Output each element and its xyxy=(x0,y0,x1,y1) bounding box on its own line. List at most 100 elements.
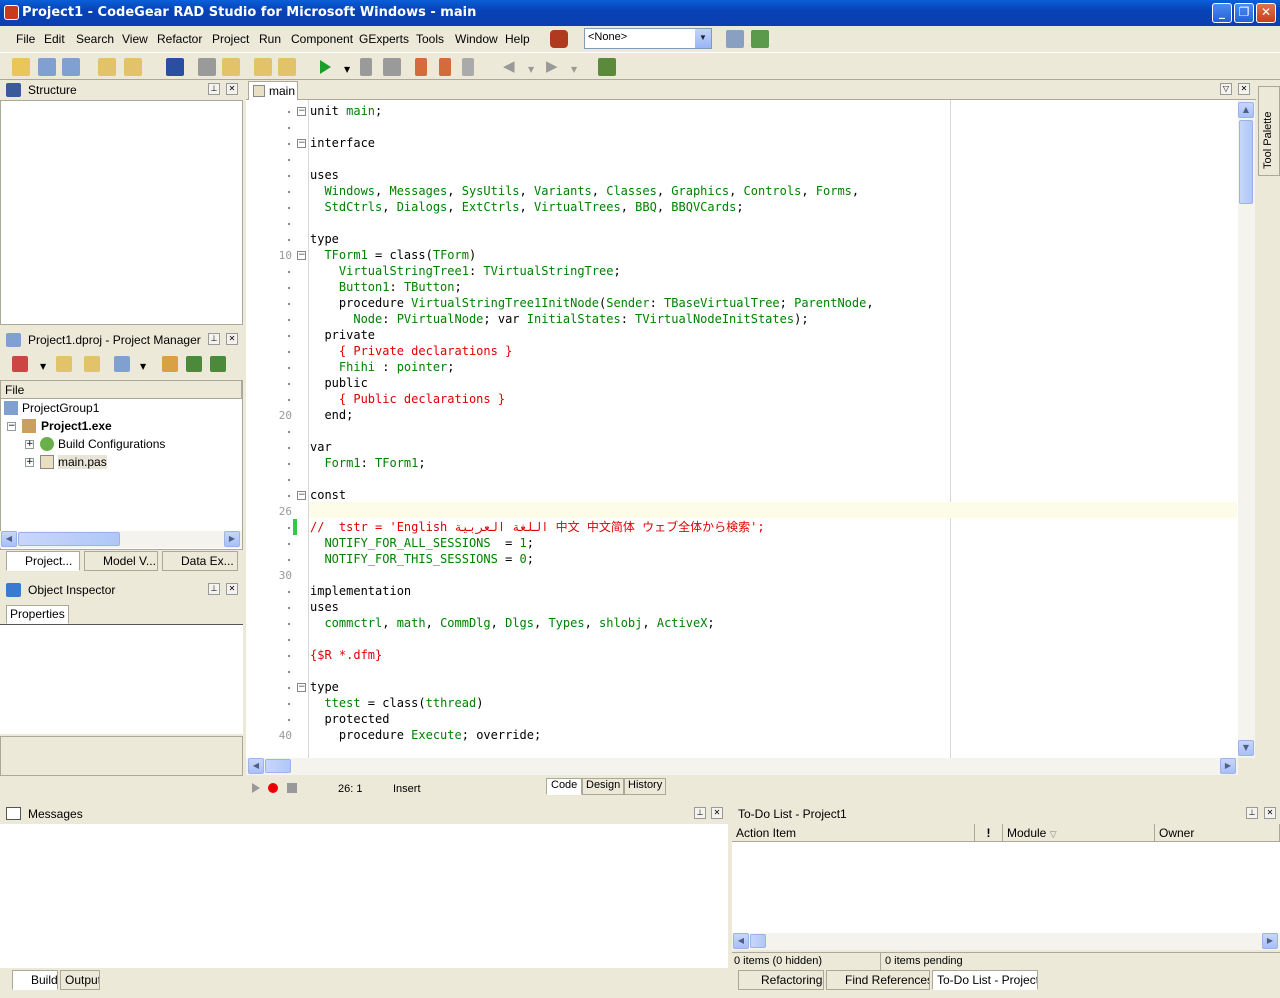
tab-main[interactable]: main xyxy=(248,81,298,101)
scroll-down-arrow[interactable]: ▼ xyxy=(1238,740,1254,756)
collapse-icon[interactable] xyxy=(210,356,226,372)
collapse-toggle[interactable]: − xyxy=(7,422,16,431)
menu-project[interactable]: Project xyxy=(212,32,249,46)
scroll-thumb[interactable] xyxy=(1239,120,1253,204)
code-line[interactable]: commctrl, math, CommDlg, Dlgs, Types, sh… xyxy=(310,615,714,631)
code-line[interactable]: TForm1 = class(TForm) xyxy=(310,247,476,263)
back-icon[interactable]: ◀ xyxy=(503,57,515,75)
minimize-button[interactable]: _ xyxy=(1212,3,1232,23)
column-header-priority[interactable]: ! xyxy=(975,824,1003,842)
todo-list[interactable]: Action Item ! Module ▽ Owner ◀ ▶ xyxy=(732,824,1280,950)
save-icon[interactable] xyxy=(166,58,184,76)
tab-design[interactable]: Design xyxy=(582,778,625,795)
code-line[interactable]: VirtualStringTree1: TVirtualStringTree; xyxy=(310,263,621,279)
menu-search[interactable]: Search xyxy=(76,32,114,46)
open-project-icon[interactable] xyxy=(124,58,142,76)
app-icon[interactable] xyxy=(4,5,19,20)
scroll-right-arrow[interactable]: ▶ xyxy=(1220,758,1236,774)
tree-item-build-configurations[interactable]: Build Configurations xyxy=(58,437,165,451)
open-file-icon[interactable] xyxy=(222,58,240,76)
pin-icon[interactable]: ⊥ xyxy=(208,583,220,595)
tab-properties[interactable]: Properties xyxy=(6,605,69,624)
close-icon[interactable]: ✕ xyxy=(1238,83,1250,95)
tree-item-main-pas[interactable]: main.pas xyxy=(58,455,107,469)
column-header-file[interactable]: File xyxy=(1,381,242,399)
run-to-cursor-icon[interactable] xyxy=(462,58,474,76)
close-icon[interactable]: ✕ xyxy=(1264,807,1276,819)
pin-icon[interactable]: ⊥ xyxy=(208,333,220,345)
play-macro-icon[interactable] xyxy=(252,783,260,793)
menu-edit[interactable]: Edit xyxy=(44,32,65,46)
code-line[interactable]: NOTIFY_FOR_THIS_SESSIONS = 0; xyxy=(310,551,534,567)
code-line[interactable]: type xyxy=(310,679,339,695)
code-line[interactable]: StdCtrls, Dialogs, ExtCtrls, VirtualTree… xyxy=(310,199,743,215)
menu-refactor[interactable]: Refactor xyxy=(157,32,202,46)
save-all-icon[interactable] xyxy=(198,58,216,76)
tab-refactorings[interactable]: Refactorings xyxy=(738,970,824,990)
code-line[interactable]: Button1: TButton; xyxy=(310,279,462,295)
open-project-icon[interactable] xyxy=(84,356,100,372)
new-project-icon[interactable] xyxy=(56,356,72,372)
menu-file[interactable]: File xyxy=(16,32,35,46)
fold-toggle[interactable]: − xyxy=(297,683,306,692)
messages-list[interactable] xyxy=(0,824,728,968)
code-line[interactable]: Windows, Messages, SysUtils, Variants, C… xyxy=(310,183,859,199)
code-line[interactable]: NOTIFY_FOR_ALL_SESSIONS = 1; xyxy=(310,535,534,551)
tab-find-references[interactable]: Find References xyxy=(826,970,930,990)
code-line[interactable]: interface xyxy=(310,135,375,151)
help-book-icon[interactable] xyxy=(598,58,616,76)
close-icon[interactable]: ✕ xyxy=(226,333,238,345)
activate-config-icon[interactable] xyxy=(726,30,744,48)
stop-macro-icon[interactable] xyxy=(287,783,297,793)
column-header-owner[interactable]: Owner xyxy=(1155,824,1280,842)
record-macro-icon[interactable] xyxy=(268,783,278,793)
pause-icon[interactable] xyxy=(360,58,372,76)
scroll-left-arrow[interactable]: ◀ xyxy=(733,933,749,949)
activate-icon[interactable] xyxy=(12,356,28,372)
stop-icon[interactable] xyxy=(383,58,401,76)
code-line[interactable]: protected xyxy=(310,711,389,727)
trace-into-icon[interactable] xyxy=(415,58,427,76)
expand-toggle[interactable]: + xyxy=(25,458,34,467)
scroll-left-arrow[interactable]: ◀ xyxy=(248,758,264,774)
code-line[interactable]: unit main; xyxy=(310,103,382,119)
horizontal-scrollbar[interactable]: ◀ ▶ xyxy=(0,531,242,548)
menu-view[interactable]: View xyxy=(122,32,148,46)
vertical-scrollbar[interactable]: ▲ ▼ xyxy=(1238,100,1255,758)
menu-help[interactable]: Help xyxy=(505,32,530,46)
configuration-combo[interactable]: <None> ▼ xyxy=(584,28,712,49)
new-icon[interactable] xyxy=(12,58,30,76)
tree-item-project-group[interactable]: ProjectGroup1 xyxy=(22,401,99,415)
code-line[interactable]: // tstr = 'English اللغة العربية 中文 中文简体… xyxy=(310,519,765,535)
tab-output[interactable]: Output xyxy=(60,970,100,990)
expand-toggle[interactable]: + xyxy=(25,440,34,449)
view-dropdown-icon[interactable]: ▼ xyxy=(140,362,146,371)
menu-run[interactable]: Run xyxy=(259,32,281,46)
forward-icon[interactable]: ▶ xyxy=(546,57,558,75)
code-line[interactable]: end; xyxy=(310,407,353,423)
forward-dropdown-icon[interactable]: ▼ xyxy=(571,65,577,74)
close-button[interactable]: ✕ xyxy=(1256,3,1276,23)
fold-toggle[interactable]: − xyxy=(297,491,306,500)
code-line[interactable]: uses xyxy=(310,167,339,183)
tool-palette-tab[interactable]: Tool Palette xyxy=(1258,86,1280,176)
new-unit-icon[interactable] xyxy=(62,58,80,76)
fold-toggle[interactable]: − xyxy=(297,251,306,260)
scroll-right-arrow[interactable]: ▶ xyxy=(224,531,240,547)
new-form-icon[interactable] xyxy=(38,58,56,76)
code-line[interactable]: public xyxy=(310,375,367,391)
column-header-action-item[interactable]: Action Item xyxy=(732,824,975,842)
helmet-icon[interactable] xyxy=(550,30,568,48)
code-line[interactable]: private xyxy=(310,327,375,343)
tab-list-icon[interactable]: ▽ xyxy=(1220,83,1232,95)
tab-model-view[interactable]: Model V... xyxy=(84,551,158,571)
code-line[interactable]: ttest = class(tthread) xyxy=(310,695,483,711)
close-icon[interactable]: ✕ xyxy=(711,807,723,819)
scroll-thumb[interactable] xyxy=(265,759,291,773)
tab-build[interactable]: Build xyxy=(12,970,58,990)
expand-icon[interactable] xyxy=(186,356,202,372)
chevron-down-icon[interactable]: ▼ xyxy=(695,29,711,48)
fold-toggle[interactable]: − xyxy=(297,139,306,148)
step-over-icon[interactable] xyxy=(439,58,451,76)
code-line[interactable]: Fhihi : pointer; xyxy=(310,359,455,375)
